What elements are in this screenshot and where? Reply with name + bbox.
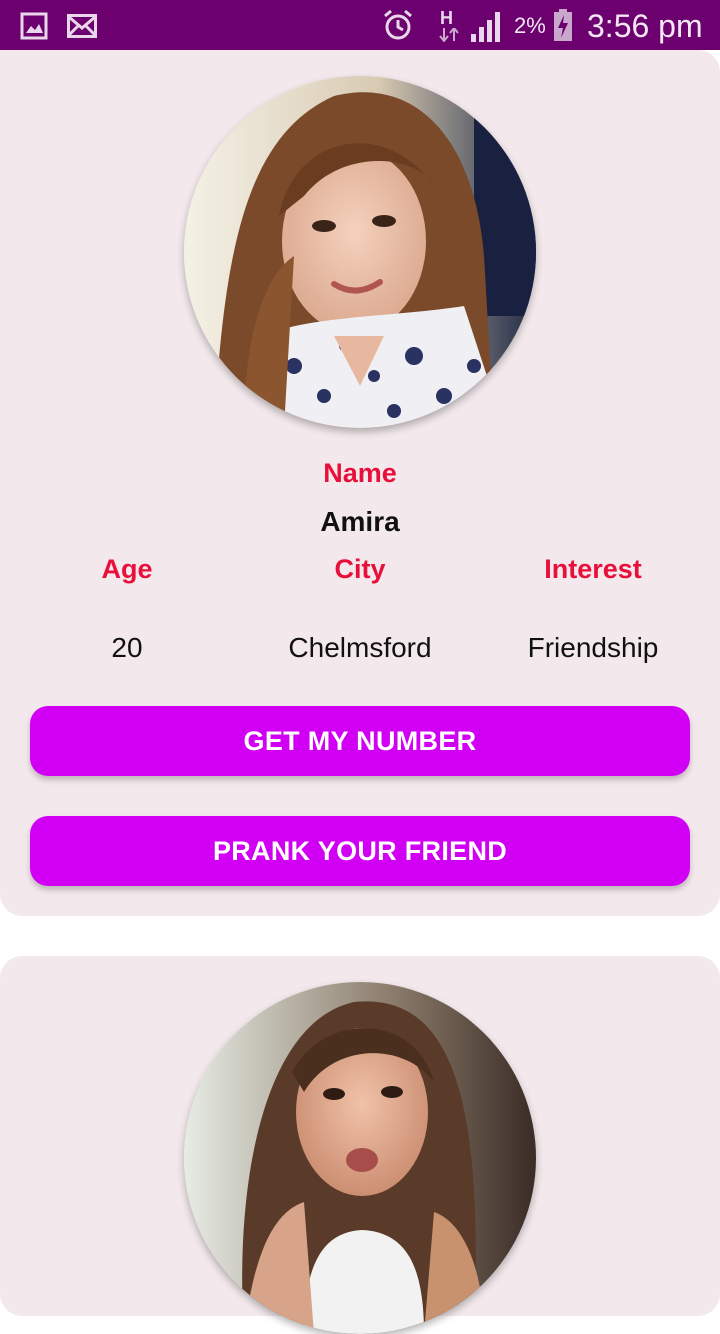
profile-card (0, 956, 720, 1334)
battery-percent: 2% (514, 13, 546, 38)
profile-photo[interactable] (184, 76, 536, 428)
name-value: Amira (320, 506, 400, 537)
status-bar: H 2% 3:56 pm (0, 0, 720, 50)
interest-label: Interest (544, 554, 642, 584)
battery-charging-icon (553, 9, 573, 46)
profile-card: Name Amira Age City Interest 20 Chelmsfo… (0, 50, 720, 916)
alarm-icon (382, 9, 414, 46)
city-label: City (334, 554, 386, 584)
clock: 3:56 pm (587, 8, 703, 44)
network-h-icon: H (438, 8, 460, 44)
profile-photo-image (184, 76, 536, 428)
profile-photo-image (184, 982, 536, 1334)
signal-icon (470, 10, 504, 47)
prank-your-friend-button[interactable]: PRANK YOUR FRIEND (30, 816, 690, 886)
profile-photo[interactable] (184, 982, 536, 1334)
mail-icon (67, 14, 97, 43)
interest-value: Friendship (527, 632, 659, 663)
get-my-number-button[interactable]: GET MY NUMBER (30, 706, 690, 776)
name-label: Name (323, 458, 397, 488)
network-label: H (440, 8, 453, 28)
city-value: Chelmsford (288, 632, 432, 663)
age-label: Age (101, 554, 153, 584)
gallery-icon (20, 12, 48, 45)
age-value: 20 (111, 632, 143, 663)
